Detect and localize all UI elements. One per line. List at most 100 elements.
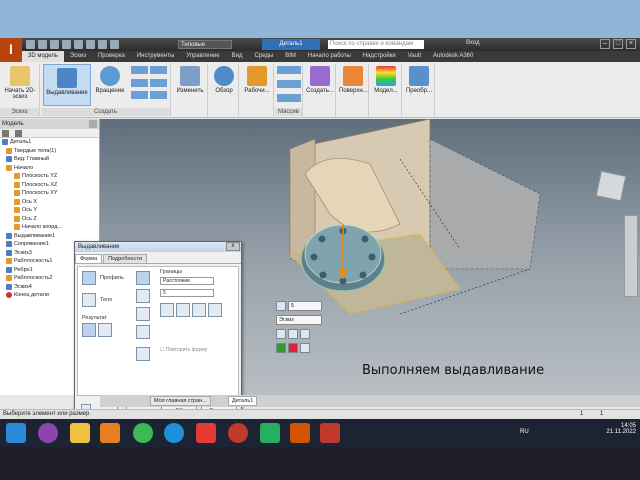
surface-button[interactable]: Поверхн... — [339, 66, 368, 94]
inventor-taskbar-icon[interactable] — [290, 423, 310, 443]
mode-select[interactable]: Эскиз — [276, 315, 322, 325]
tab-get-started[interactable]: Начало работы — [302, 51, 357, 62]
tree-item[interactable]: Ось X — [2, 198, 99, 207]
join-button[interactable] — [136, 271, 150, 285]
taper-icon[interactable] — [136, 347, 150, 361]
tab-environments[interactable]: Среды — [249, 51, 280, 62]
derive-icon[interactable] — [150, 91, 167, 100]
home-icon[interactable] — [86, 40, 95, 49]
tree-item[interactable]: Твердые тела(1) — [2, 147, 99, 156]
redo-icon[interactable] — [74, 40, 83, 49]
direction2-button[interactable] — [176, 303, 190, 317]
tab-sketch[interactable]: Эскиз — [64, 51, 92, 62]
add-panel-icon[interactable] — [89, 120, 97, 128]
mirror-icon[interactable] — [277, 94, 301, 102]
tab-home-page[interactable]: Моя главная стран... — [150, 396, 211, 406]
explore-button[interactable]: Обзор — [211, 66, 237, 94]
symmetric-button[interactable] — [192, 303, 206, 317]
filter-icon[interactable] — [2, 130, 9, 137]
create-freeform-button[interactable]: Создать... — [306, 66, 334, 94]
loft-icon[interactable] — [131, 66, 148, 74]
tab-shape[interactable]: Форма — [75, 254, 103, 263]
distance-input[interactable]: 5 — [288, 301, 322, 311]
extrude-button[interactable]: Выдавливание — [43, 64, 91, 106]
ok-check-icon[interactable] — [276, 343, 286, 353]
tab-addins[interactable]: Надстройки — [357, 51, 402, 62]
solid-select-icon[interactable] — [82, 293, 96, 307]
media-icon[interactable] — [100, 423, 120, 443]
distance-mode-icon[interactable] — [276, 301, 286, 311]
tab-view[interactable]: Вид — [226, 51, 249, 62]
output-solid-button[interactable] — [82, 323, 96, 337]
chrome-icon[interactable] — [133, 423, 153, 443]
tab-manage[interactable]: Управление — [180, 51, 225, 62]
find-icon[interactable] — [14, 130, 22, 137]
style-dropdown[interactable]: Типовые — [178, 40, 232, 49]
tree-item[interactable]: Вид: Главный — [2, 155, 99, 164]
extents-dropdown[interactable]: Расстояние — [160, 277, 214, 285]
tree-item[interactable]: Плоскость XZ — [2, 181, 99, 190]
output-surface-button[interactable] — [98, 323, 112, 337]
rib-icon[interactable] — [131, 78, 148, 87]
symmetric-icon[interactable] — [288, 329, 298, 339]
join-icon[interactable] — [300, 329, 310, 339]
application-menu-button[interactable]: I — [0, 38, 22, 62]
open-file-icon[interactable] — [38, 40, 47, 49]
tab-a360[interactable]: Autodesk A360 — [427, 51, 479, 62]
asymmetric-button[interactable] — [208, 303, 222, 317]
explorer-icon[interactable] — [70, 423, 90, 443]
start-icon[interactable] — [6, 423, 26, 443]
system-tray-clock[interactable]: 14:05 21.11.2022 — [606, 423, 636, 435]
close-button[interactable]: × — [626, 39, 636, 49]
undo-icon[interactable] — [62, 40, 71, 49]
emboss-icon[interactable] — [131, 91, 148, 100]
work-features-button[interactable]: Рабочи... — [242, 66, 272, 94]
coil-icon[interactable] — [150, 78, 167, 87]
tree-item[interactable]: Начало — [2, 164, 99, 173]
revolve-button[interactable]: Вращение — [93, 66, 127, 94]
circ-pattern-icon[interactable] — [277, 80, 301, 88]
tab-bim[interactable]: BIM — [279, 51, 302, 62]
tab-inspect[interactable]: Проверка — [92, 51, 131, 62]
tab-3d-model[interactable]: 3D модель — [22, 51, 64, 62]
tree-item[interactable]: Начало коорд... — [2, 223, 99, 232]
modify-button[interactable]: Изменить — [174, 66, 206, 94]
help-search-input[interactable]: Поиск по справке и командам — [328, 40, 424, 49]
direction1-button[interactable] — [160, 303, 174, 317]
sweep-icon[interactable] — [150, 66, 167, 74]
navigation-bar[interactable] — [624, 215, 638, 297]
view-cube[interactable] — [595, 170, 627, 202]
tab-vault[interactable]: Vault — [402, 51, 427, 62]
tree-item[interactable]: Ось Y — [2, 206, 99, 215]
profile-select-icon[interactable] — [82, 271, 96, 285]
minimize-button[interactable]: – — [600, 39, 610, 49]
material-icon[interactable] — [110, 40, 119, 49]
tab-part1[interactable]: Деталь1 — [228, 396, 258, 406]
simulation-button[interactable]: Модел... — [372, 66, 400, 94]
language-indicator[interactable]: RU — [520, 429, 529, 435]
tree-item[interactable]: Выдавливание1 — [2, 232, 99, 241]
powerpoint-icon[interactable] — [320, 423, 340, 443]
opera-icon[interactable] — [228, 423, 248, 443]
maximize-button[interactable]: □ — [613, 39, 623, 49]
match-shape-checkbox[interactable]: ☐ Повторить форму — [160, 347, 207, 353]
cancel-x-icon[interactable] — [288, 343, 298, 353]
torrent-icon[interactable] — [260, 423, 280, 443]
new-solid-button[interactable] — [136, 325, 150, 339]
dialog-close-button[interactable]: x — [226, 242, 240, 251]
new-file-icon[interactable] — [26, 40, 35, 49]
tab-more[interactable]: Подробности — [103, 254, 147, 263]
tree-item[interactable]: Ось Z — [2, 215, 99, 224]
save-icon[interactable] — [50, 40, 59, 49]
rect-pattern-icon[interactable] — [277, 66, 301, 74]
convert-button[interactable]: Преобр... — [405, 66, 433, 94]
select-icon[interactable] — [98, 40, 107, 49]
more-options-icon[interactable] — [300, 343, 310, 353]
cut-button[interactable] — [136, 289, 150, 303]
depth-input[interactable]: 5 — [160, 289, 214, 297]
yandex-icon[interactable] — [196, 423, 216, 443]
login-link[interactable]: Вход — [466, 40, 480, 46]
start-2d-sketch-button[interactable]: Начать 2D-эскиз — [4, 66, 36, 100]
flip-icon[interactable] — [276, 329, 286, 339]
tab-tools[interactable]: Инструменты — [131, 51, 180, 62]
